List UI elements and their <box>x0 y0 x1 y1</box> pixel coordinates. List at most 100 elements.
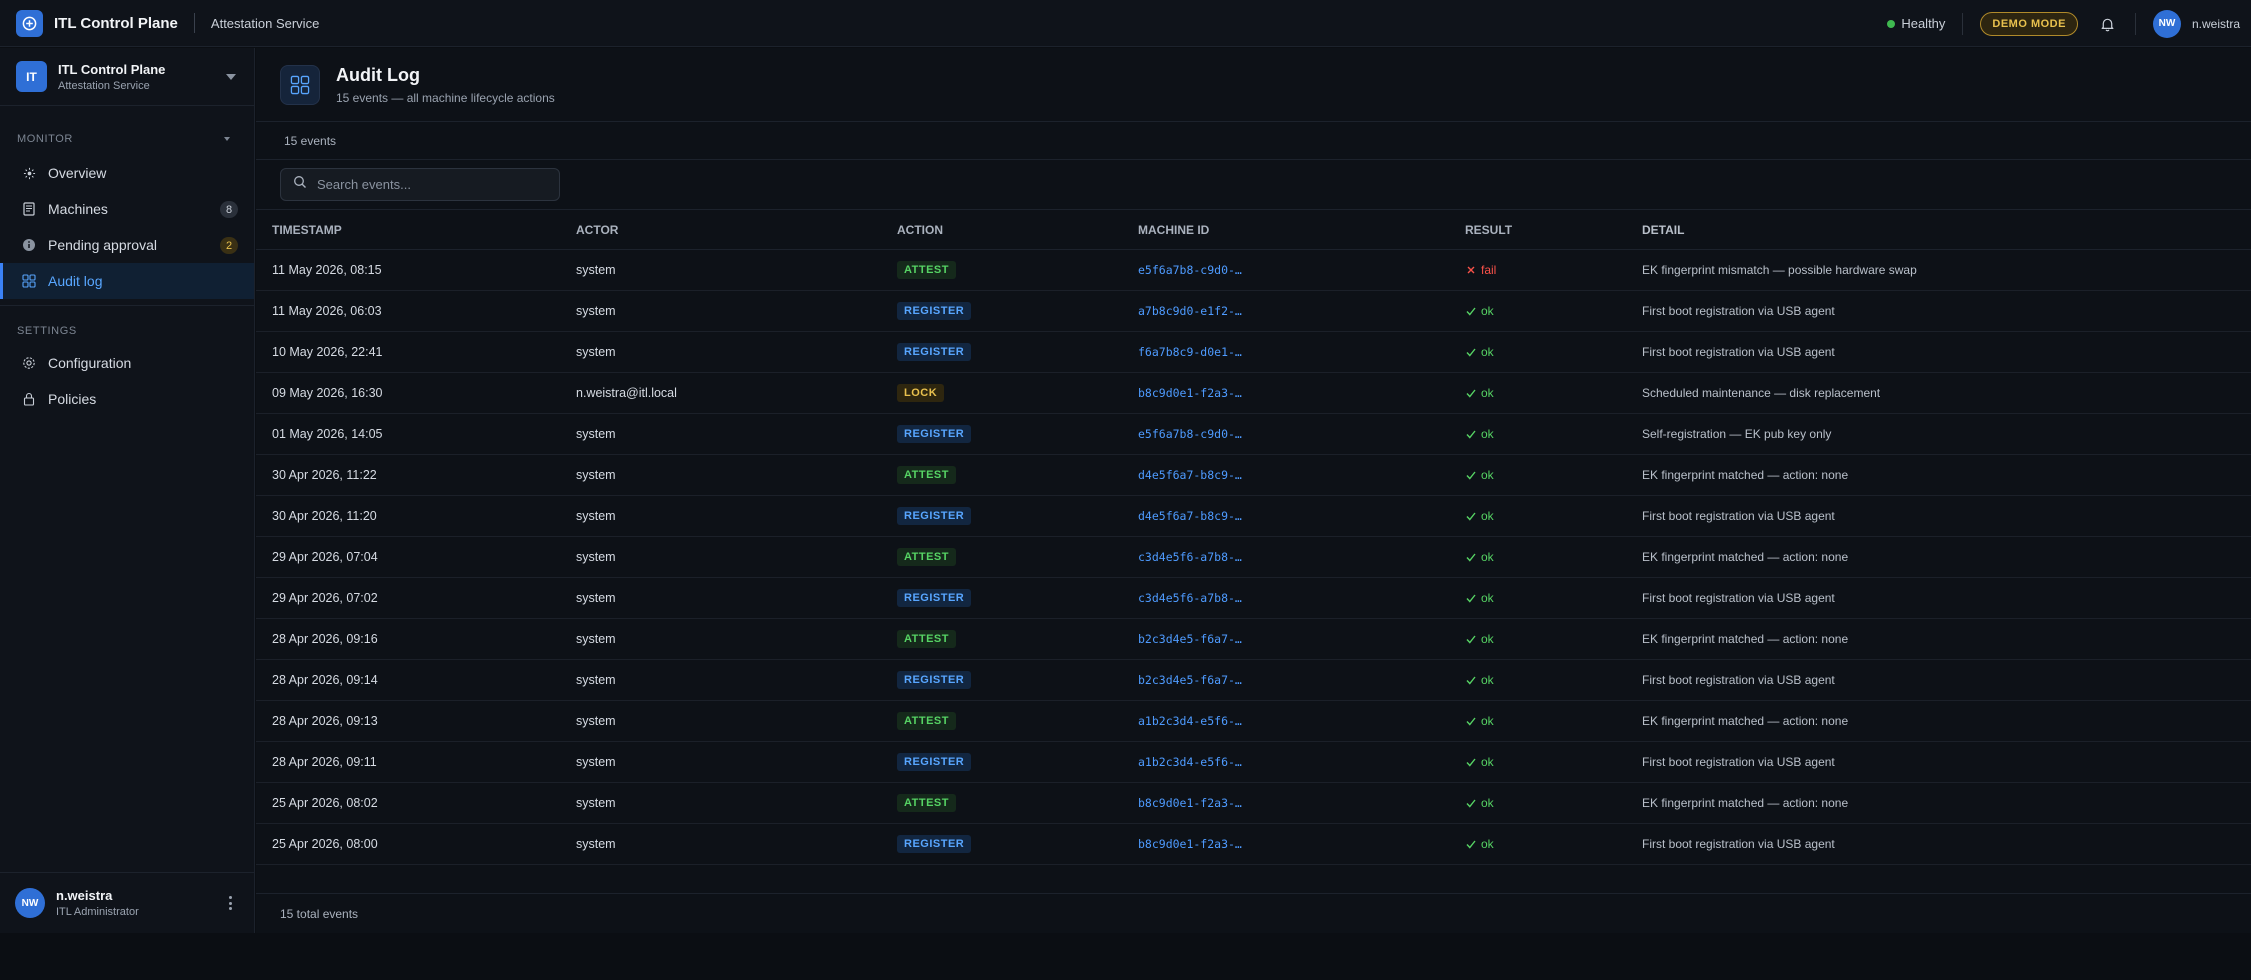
detail-cell: First boot registration via USB agent <box>1642 345 1835 359</box>
action-badge: ATTEST <box>897 794 956 812</box>
column-header-timestamp[interactable]: TIMESTAMP <box>256 223 576 237</box>
action-badge: ATTEST <box>897 712 956 730</box>
table-row[interactable]: 10 May 2026, 22:41 system REGISTER f6a7b8c9… <box>256 332 2251 373</box>
timestamp-cell: 11 May 2026, 06:03 <box>272 304 382 318</box>
close-icon <box>1465 266 1477 274</box>
machine-id-link[interactable]: b8c9d0e1-f2a3-… <box>1138 386 1242 400</box>
search-box[interactable] <box>280 168 560 201</box>
sidebar-item-audit-log[interactable]: Audit log <box>0 263 254 299</box>
table-row[interactable]: 30 Apr 2026, 11:22 system ATTEST d4e5f6a7-b… <box>256 455 2251 496</box>
detail-cell: First boot registration via USB agent <box>1642 304 1835 318</box>
result-label: ok <box>1481 755 1494 769</box>
check-icon <box>1465 307 1477 316</box>
machine-id-cell: a7b8c9d0-e1f2-… <box>1138 304 1465 318</box>
machine-id-link[interactable]: c3d4e5f6-a7b8-… <box>1138 550 1242 564</box>
check-icon <box>1465 348 1477 357</box>
machine-id-link[interactable]: b8c9d0e1-f2a3-… <box>1138 796 1242 810</box>
table-row[interactable]: 11 May 2026, 08:15 system ATTEST e5f6a7b8-c… <box>256 250 2251 291</box>
machine-id-cell: e5f6a7b8-c9d0-… <box>1138 263 1465 277</box>
avatar[interactable]: NW <box>2152 9 2181 38</box>
timestamp-cell: 28 Apr 2026, 09:11 <box>272 755 377 769</box>
machine-id-cell: b2c3d4e5-f6a7-… <box>1138 632 1465 646</box>
column-header-actor[interactable]: ACTOR <box>576 223 897 237</box>
workspace-switcher[interactable]: IT ITL Control Plane Attestation Service <box>0 48 254 106</box>
machine-id-link[interactable]: a7b8c9d0-e1f2-… <box>1138 304 1242 318</box>
search-icon <box>293 175 307 194</box>
table-row[interactable]: 28 Apr 2026, 09:14 system REGISTER b2c3d4e5… <box>256 660 2251 701</box>
table-row[interactable]: 01 May 2026, 14:05 system REGISTER e5f6a7b8… <box>256 414 2251 455</box>
bell-icon[interactable] <box>2098 14 2118 34</box>
machine-id-link[interactable]: b2c3d4e5-f6a7-… <box>1138 673 1242 687</box>
machine-id-link[interactable]: b8c9d0e1-f2a3-… <box>1138 837 1242 851</box>
sidebar-item-label: Configuration <box>48 355 132 371</box>
detail-cell: EK fingerprint matched — action: none <box>1642 468 1849 482</box>
actor-cell: system <box>576 755 616 769</box>
username[interactable]: n.weistra <box>2192 17 2240 31</box>
sidebar-item-configuration[interactable]: Configuration <box>0 345 254 381</box>
table-row[interactable]: 29 Apr 2026, 07:02 system REGISTER c3d4e5f6… <box>256 578 2251 619</box>
table-row[interactable]: 25 Apr 2026, 08:00 system REGISTER b8c9d0e1… <box>256 824 2251 865</box>
table-row[interactable]: 25 Apr 2026, 08:02 system ATTEST b8c9d0e1-f… <box>256 783 2251 824</box>
column-header-detail[interactable]: DETAIL <box>1642 223 2242 237</box>
machine-id-cell: c3d4e5f6-a7b8-… <box>1138 550 1465 564</box>
sidebar-item-pending-approval[interactable]: Pending approval 2 <box>0 227 254 263</box>
machine-id-link[interactable]: e5f6a7b8-c9d0-… <box>1138 427 1242 441</box>
search-bar <box>256 160 2251 210</box>
workspace-avatar: IT <box>16 61 47 92</box>
count-badge: 8 <box>220 201 238 218</box>
check-icon <box>1465 717 1477 726</box>
action-badge: ATTEST <box>897 548 956 566</box>
more-options-icon[interactable] <box>229 896 232 910</box>
timestamp-cell: 28 Apr 2026, 09:16 <box>272 632 378 646</box>
section-title: MONITOR <box>17 133 73 145</box>
machine-id-cell: b8c9d0e1-f2a3-… <box>1138 837 1465 851</box>
timestamp-cell: 11 May 2026, 08:15 <box>272 263 382 277</box>
actor-cell: system <box>576 263 616 277</box>
chevron-down-icon[interactable] <box>226 74 236 80</box>
table-row[interactable]: 30 Apr 2026, 11:20 system REGISTER d4e5f6a7… <box>256 496 2251 537</box>
table-row[interactable]: 29 Apr 2026, 07:04 system ATTEST c3d4e5f6-a… <box>256 537 2251 578</box>
column-header-machine-id[interactable]: MACHINE ID <box>1138 223 1465 237</box>
table-row[interactable]: 28 Apr 2026, 09:11 system REGISTER a1b2c3d4… <box>256 742 2251 783</box>
table-row[interactable]: 11 May 2026, 06:03 system REGISTER a7b8c9d0… <box>256 291 2251 332</box>
sidebar-item-machines[interactable]: Machines 8 <box>0 191 254 227</box>
sidebar-item-overview[interactable]: Overview <box>0 155 254 191</box>
detail-cell: EK fingerprint matched — action: none <box>1642 550 1849 564</box>
machine-id-link[interactable]: c3d4e5f6-a7b8-… <box>1138 591 1242 605</box>
machine-id-link[interactable]: d4e5f6a7-b8c9-… <box>1138 468 1242 482</box>
result-cell: ok <box>1465 591 1642 605</box>
result-label: ok <box>1481 304 1494 318</box>
machine-id-cell: e5f6a7b8-c9d0-… <box>1138 427 1465 441</box>
machine-id-link[interactable]: b2c3d4e5-f6a7-… <box>1138 632 1242 646</box>
column-header-action[interactable]: ACTION <box>897 223 1138 237</box>
grid-icon <box>22 274 36 288</box>
action-cell: REGISTER <box>897 343 1138 361</box>
sidebar-item-label: Pending approval <box>48 237 157 253</box>
section-monitor[interactable]: MONITOR <box>0 129 254 149</box>
machine-id-link[interactable]: a1b2c3d4-e5f6-… <box>1138 714 1242 728</box>
table-header: TIMESTAMP ACTOR ACTION MACHINE ID RESULT… <box>256 210 2251 250</box>
result-cell: ok <box>1465 837 1642 851</box>
result-cell: ok <box>1465 796 1642 810</box>
action-badge: REGISTER <box>897 835 972 853</box>
timestamp-cell: 28 Apr 2026, 09:14 <box>272 673 378 687</box>
health-label: Healthy <box>1901 16 1946 31</box>
machine-id-link[interactable]: f6a7b8c9-d0e1-… <box>1138 345 1242 359</box>
action-cell: REGISTER <box>897 671 1138 689</box>
column-header-result[interactable]: RESULT <box>1465 223 1642 237</box>
collapse-caret-icon[interactable] <box>224 137 230 141</box>
table-row[interactable]: 09 May 2026, 16:30 n.weistra@itl.local LOC… <box>256 373 2251 414</box>
machine-id-link[interactable]: d4e5f6a7-b8c9-… <box>1138 509 1242 523</box>
action-cell: REGISTER <box>897 425 1138 443</box>
table-row[interactable]: 28 Apr 2026, 09:13 system ATTEST a1b2c3d4-e… <box>256 701 2251 742</box>
machine-id-link[interactable]: a1b2c3d4-e5f6-… <box>1138 755 1242 769</box>
table-row[interactable]: 28 Apr 2026, 09:16 system ATTEST b2c3d4e5-f… <box>256 619 2251 660</box>
user-profile[interactable]: NW n.weistra ITL Administrator <box>0 872 254 933</box>
machine-id-link[interactable]: e5f6a7b8-c9d0-… <box>1138 263 1242 277</box>
app-logo-icon[interactable] <box>16 9 43 37</box>
action-cell: ATTEST <box>897 630 1138 648</box>
search-input[interactable] <box>317 177 547 192</box>
sidebar-item-policies[interactable]: Policies <box>0 381 254 417</box>
timestamp-cell: 25 Apr 2026, 08:00 <box>272 837 378 851</box>
detail-cell: First boot registration via USB agent <box>1642 755 1835 769</box>
